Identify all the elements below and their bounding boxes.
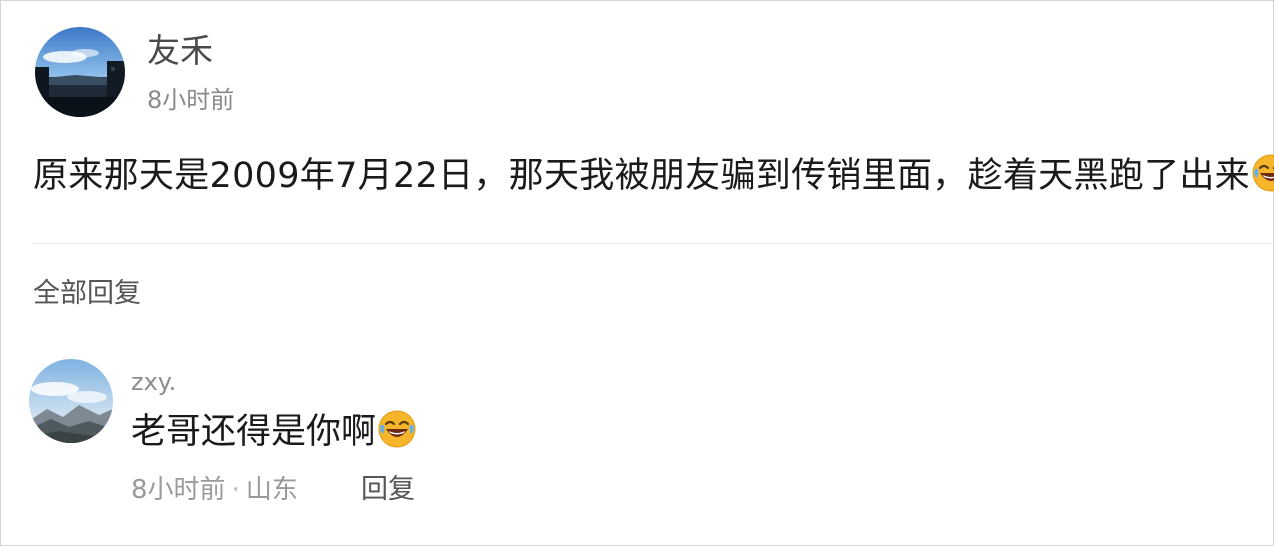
reply-content-text: 老哥还得是你啊 bbox=[131, 412, 377, 452]
comment-card: 友禾 8小时前 原来那天是2009年7月22日，那天我被朋友骗到传销里面，趁着天… bbox=[0, 0, 1274, 546]
meta-separator: · bbox=[231, 475, 240, 505]
reply-button[interactable]: 回复 bbox=[361, 473, 415, 507]
laughing-crying-emoji-icon bbox=[1252, 154, 1274, 192]
post-content: 原来那天是2009年7月22日，那天我被朋友骗到传销里面，趁着天黑跑了出来 bbox=[33, 153, 1274, 199]
reply-timestamp: 8小时前 bbox=[131, 475, 226, 505]
reply-content: 老哥还得是你啊 bbox=[131, 409, 417, 455]
post-content-text: 原来那天是2009年7月22日，那天我被朋友骗到传销里面，趁着天黑跑了出来 bbox=[33, 156, 1250, 196]
post-author-name[interactable]: 友禾 bbox=[147, 31, 213, 71]
avatar-image bbox=[29, 359, 113, 443]
avatar-image bbox=[35, 27, 125, 117]
reply-author-name[interactable]: zxy. bbox=[131, 367, 176, 397]
post-author-avatar[interactable] bbox=[35, 27, 125, 117]
all-replies-heading: 全部回复 bbox=[33, 278, 141, 309]
reply-meta: 8小时前 · 山东 bbox=[131, 473, 298, 507]
reply-location: 山东 bbox=[245, 475, 298, 505]
divider bbox=[33, 243, 1273, 244]
reply-author-avatar[interactable] bbox=[29, 359, 113, 443]
laughing-crying-emoji-icon bbox=[378, 410, 416, 448]
post-timestamp: 8小时前 bbox=[147, 86, 235, 114]
